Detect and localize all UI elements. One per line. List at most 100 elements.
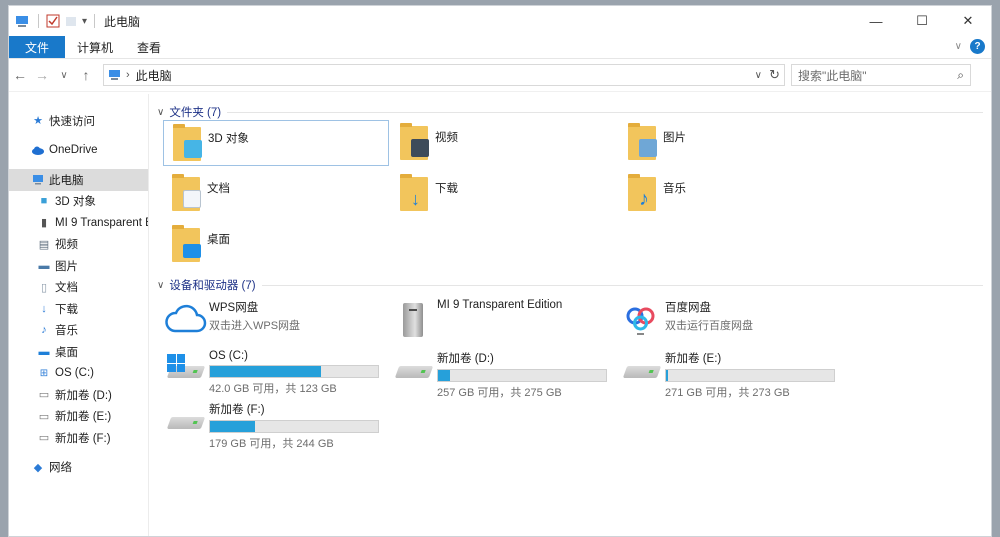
picture-icon (639, 139, 657, 157)
folder-videos[interactable]: 视频 (391, 120, 617, 166)
navigation-pane: ★ 快速访问 OneDrive 此电脑 ■ 3D 对象 ▮ MI 9 Trans… (9, 94, 149, 536)
folder-3d-objects[interactable]: 3D 对象 (163, 120, 389, 166)
capacity-bar (209, 365, 379, 378)
address-bar-row: ← → ∨ ↑ › 此电脑 ∨ ↻ 搜索"此电脑" ⌕ (9, 58, 991, 92)
cloud-icon (165, 304, 207, 333)
nav-network[interactable]: ◆ 网络 (9, 457, 148, 479)
nav-onedrive[interactable]: OneDrive (9, 140, 148, 162)
download-arrow-icon: ↓ (411, 189, 420, 209)
capacity-bar (209, 420, 379, 433)
nav-downloads[interactable]: ↓ 下载 (9, 298, 148, 320)
baidu-cloud-icon (626, 307, 655, 335)
folder-pictures[interactable]: 图片 (619, 120, 845, 166)
folder-downloads[interactable]: ↓ 下载 (391, 171, 617, 217)
recent-locations-icon[interactable]: ∨ (53, 70, 75, 81)
maximize-button[interactable]: ☐ (899, 6, 945, 36)
nav-quick-access[interactable]: ★ 快速访问 (9, 110, 148, 132)
expand-ribbon-icon[interactable]: ∨ (955, 41, 962, 52)
up-icon[interactable]: ↑ (75, 67, 97, 83)
nav-drive-e[interactable]: ▭ 新加卷 (E:) (9, 406, 148, 428)
windows-logo-icon (167, 354, 185, 372)
quick-access-toolbar: ▾ (9, 14, 98, 28)
help-icon[interactable]: ? (970, 39, 985, 54)
document-icon (183, 190, 201, 208)
drive-icon: ▭ (38, 389, 50, 402)
capacity-bar (665, 369, 835, 382)
nav-music[interactable]: ♪ 音乐 (9, 320, 148, 342)
cloud-icon (31, 143, 45, 157)
capacity-bar (437, 369, 607, 382)
nav-drive-d[interactable]: ▭ 新加卷 (D:) (9, 384, 148, 406)
hard-drive-icon (622, 366, 662, 378)
forward-icon[interactable]: → (31, 67, 53, 83)
capacity-bar-fill (210, 421, 256, 432)
search-placeholder: 搜索"此电脑" (798, 68, 867, 83)
phone-icon: ▮ (40, 217, 48, 230)
nav-drive-f[interactable]: ▭ 新加卷 (F:) (9, 427, 148, 449)
breadcrumb-chevron-icon[interactable]: › (126, 69, 130, 81)
title-bar: ▾ 此电脑 — ☐ ✕ (9, 6, 991, 36)
music-note-icon: ♪ (639, 188, 649, 210)
group-header-devices[interactable]: ∨ 设备和驱动器 (7) (157, 277, 983, 293)
tab-view[interactable]: 查看 (125, 36, 173, 58)
back-icon[interactable]: ← (9, 67, 31, 83)
drive-e[interactable]: 新加卷 (E:) 271 GB 可用，共 273 GB (619, 348, 859, 399)
cube-icon (184, 140, 202, 158)
drive-c[interactable]: OS (C:) 42.0 GB 可用，共 123 GB (163, 348, 403, 396)
hard-drive-icon (394, 366, 434, 378)
content-pane: ∨ 文件夹 (7) 3D 对象 视频 图片 文档 ↓ 下载 ♪ 音乐 桌面 ∨ … (149, 94, 991, 536)
group-header-folders[interactable]: ∨ 文件夹 (7) (157, 104, 983, 120)
film-icon (411, 139, 429, 157)
nav-this-pc[interactable]: 此电脑 (9, 169, 148, 191)
document-icon: ▯ (40, 281, 48, 294)
nav-videos[interactable]: ▤ 视频 (9, 234, 148, 256)
properties-check-icon[interactable] (46, 14, 60, 28)
capacity-bar-fill (210, 366, 321, 377)
minimize-button[interactable]: — (853, 6, 899, 36)
search-input[interactable]: 搜索"此电脑" ⌕ (791, 64, 971, 86)
nav-drive-c[interactable]: ⊞ OS (C:) (9, 363, 148, 385)
folder-desktop[interactable]: 桌面 (163, 222, 389, 268)
device-baidu-cloud[interactable]: 百度网盘 双击运行百度网盘 (619, 297, 859, 345)
drive-f[interactable]: 新加卷 (F:) 179 GB 可用，共 244 GB (163, 399, 403, 450)
address-field[interactable]: › 此电脑 ∨ ↻ (103, 64, 785, 86)
customize-qat-icon[interactable]: ▾ (82, 16, 87, 27)
drive-icon: ▭ (38, 432, 50, 445)
collapse-chevron-icon[interactable]: ∨ (157, 107, 164, 118)
desktop-icon: ▬ (38, 345, 50, 358)
window-title: 此电脑 (104, 14, 141, 29)
folder-music[interactable]: ♪ 音乐 (619, 171, 845, 217)
drive-d[interactable]: 新加卷 (D:) 257 GB 可用，共 275 GB (391, 348, 631, 399)
collapse-chevron-icon[interactable]: ∨ (157, 280, 164, 291)
close-button[interactable]: ✕ (945, 6, 991, 36)
nav-pictures[interactable]: ▬ 图片 (9, 255, 148, 277)
file-explorer-window: ▾ 此电脑 — ☐ ✕ 文件 计算机 查看 ∨ ? ← → ∨ ↑ › 此电脑 … (8, 5, 992, 537)
pc-icon (31, 173, 45, 187)
refresh-icon[interactable]: ↻ (769, 67, 780, 83)
device-mi9[interactable]: MI 9 Transparent Edition (391, 297, 631, 345)
nav-mi9-device[interactable]: ▮ MI 9 Transparent E (9, 212, 148, 234)
film-icon: ▤ (38, 238, 50, 251)
pc-icon (109, 70, 120, 80)
device-wps-cloud[interactable]: WPS网盘 双击进入WPS网盘 (163, 297, 403, 345)
desktop-icon (183, 244, 201, 258)
pc-icon[interactable] (15, 14, 31, 28)
nav-desktop[interactable]: ▬ 桌面 (9, 341, 148, 363)
drive-icon: ▭ (38, 410, 50, 423)
hard-drive-icon (166, 417, 206, 429)
network-icon: ◆ (33, 461, 43, 474)
address-dropdown-icon[interactable]: ∨ (755, 70, 762, 81)
ribbon-tabs: 文件 计算机 查看 ∨ ? (9, 36, 991, 58)
new-folder-icon[interactable] (64, 14, 78, 28)
windows-drive-icon: ⊞ (39, 367, 49, 379)
cube-icon: ■ (40, 195, 48, 208)
tab-file[interactable]: 文件 (9, 36, 66, 58)
nav-documents[interactable]: ▯ 文档 (9, 277, 148, 299)
capacity-bar-fill (666, 370, 668, 381)
folder-documents[interactable]: 文档 (163, 171, 389, 217)
breadcrumb-this-pc[interactable]: 此电脑 (136, 67, 172, 84)
download-arrow-icon: ↓ (41, 302, 47, 315)
nav-3d-objects[interactable]: ■ 3D 对象 (9, 191, 148, 213)
tab-computer[interactable]: 计算机 (65, 36, 125, 58)
search-icon[interactable]: ⌕ (957, 68, 964, 83)
